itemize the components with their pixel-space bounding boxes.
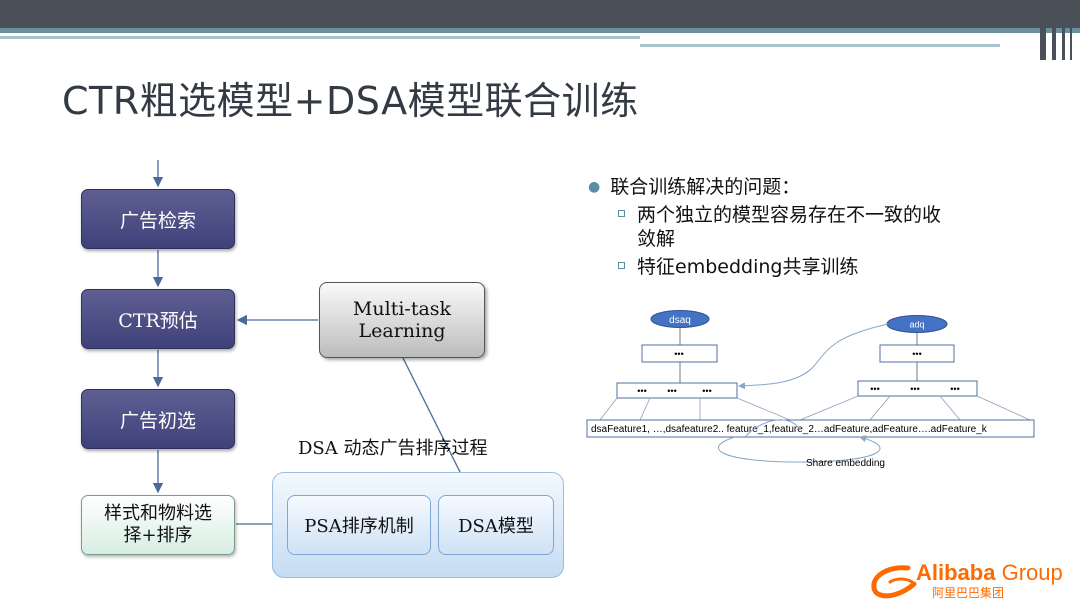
adq-label: adq [909,320,924,330]
link [639,397,651,421]
right-embedding-dots-3: ••• [950,384,959,394]
logo-chinese: 阿里巴巴集团 [932,586,1005,600]
link [939,395,961,421]
logo-brand: Alibaba [916,560,996,585]
share-embedding-label: Share embedding [806,458,885,469]
link [799,395,859,421]
right-hidden-dots: ••• [912,349,921,359]
left-embedding-dots-3: ••• [702,386,711,396]
link [736,397,791,421]
network-diagram: dsaq ••• ••• ••• ••• adq ••• ••• ••• •••… [586,310,1035,469]
alibaba-logo: Alibaba Group 阿里巴巴集团 [868,560,1078,606]
link [976,395,1031,421]
left-hidden-dots: ••• [674,349,683,359]
right-embedding-dots-1: ••• [870,384,879,394]
left-embedding-dots-2: ••• [667,386,676,396]
adq-to-left-embedding-curve [738,323,889,390]
left-embedding-layer [616,382,738,399]
left-embedding-dots-1: ••• [637,386,646,396]
link [869,395,891,421]
feature-input-text: dsaFeature1, …,dsafeature2.. feature_1,f… [591,424,988,435]
link [599,397,618,421]
logo-wordmark: Alibaba Group [916,560,1063,586]
right-embedding-dots-2: ••• [910,384,919,394]
logo-group: Group [1001,560,1063,585]
dsaq-label: dsaq [669,315,691,326]
